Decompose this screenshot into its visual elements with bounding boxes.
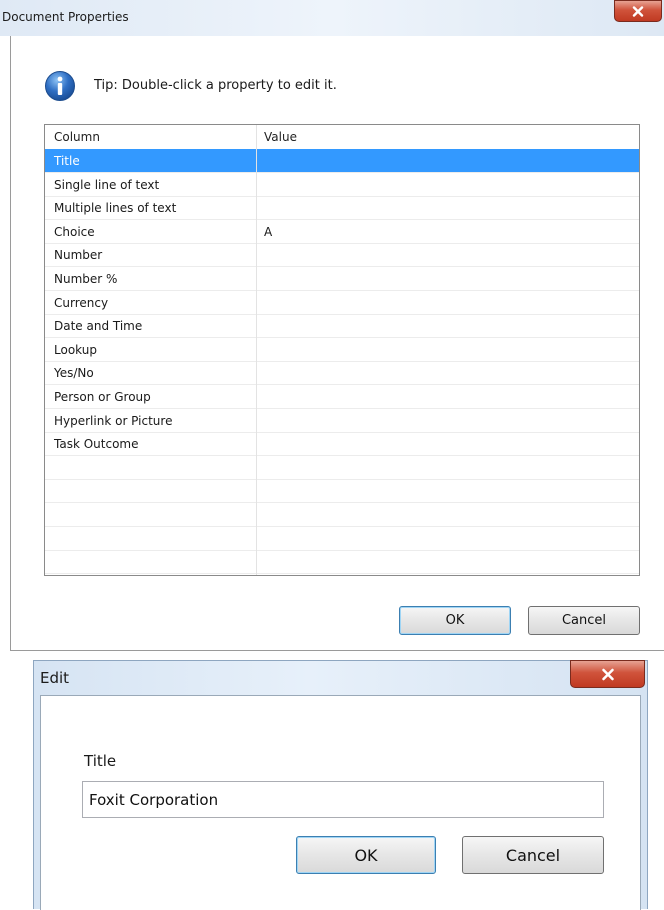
close-button[interactable]	[614, 0, 662, 22]
field-label: Title	[84, 752, 117, 770]
property-name: Choice	[54, 224, 95, 239]
property-name: Title	[54, 154, 80, 168]
table-row[interactable]: Lookup	[45, 338, 639, 362]
property-name: Single line of text	[54, 177, 160, 192]
table-row[interactable]: Currency	[45, 291, 639, 315]
close-icon	[601, 668, 615, 681]
table-row[interactable]: Title	[45, 149, 639, 173]
property-name: Person or Group	[54, 390, 151, 404]
edit-close-button[interactable]	[570, 660, 645, 688]
empty-row	[45, 550, 639, 575]
properties-table[interactable]: Column Value Title Single line of text Mul…	[44, 124, 640, 576]
table-row[interactable]: Yes/No	[45, 361, 639, 386]
property-name: Yes/No	[54, 366, 94, 381]
table-row[interactable]: Task Outcome	[45, 432, 639, 457]
window-title: Document Properties	[2, 10, 129, 24]
empty-row	[45, 527, 639, 551]
edit-window-title: Edit	[40, 669, 70, 687]
table-row[interactable]: Single line of text	[45, 173, 639, 197]
column-header-value[interactable]: Value	[264, 130, 297, 144]
property-name: Number %	[54, 272, 118, 286]
table-row[interactable]: Date and Time	[45, 314, 639, 339]
tip-text: Tip: Double-click a property to edit it.	[94, 78, 337, 93]
property-name: Currency	[54, 295, 109, 310]
table-row[interactable]: Number	[45, 243, 639, 268]
table-row[interactable]: Number %	[45, 267, 639, 291]
property-value: A	[264, 224, 273, 239]
document-properties-titlebar[interactable]: Document Properties	[0, 0, 664, 36]
table-row[interactable]: Choice A	[45, 220, 639, 244]
info-icon	[44, 70, 76, 106]
empty-row	[45, 503, 639, 527]
empty-row	[45, 479, 639, 504]
property-name: Hyperlink or Picture	[54, 413, 173, 428]
table-row[interactable]: Hyperlink or Picture	[45, 409, 639, 433]
table-row[interactable]: Person or Group	[45, 385, 639, 409]
edit-window: Edit Title OK Cancel	[33, 660, 648, 910]
close-icon	[632, 5, 644, 17]
ok-button[interactable]: OK	[399, 606, 511, 635]
property-name: Lookup	[54, 342, 97, 357]
column-separator[interactable]	[256, 125, 257, 575]
table-header: Column Value	[45, 125, 639, 150]
property-name: Number	[54, 248, 103, 263]
empty-row	[45, 456, 639, 480]
cancel-button[interactable]: Cancel	[528, 606, 640, 635]
property-name: Date and Time	[54, 319, 143, 334]
title-input[interactable]	[82, 781, 604, 818]
edit-cancel-button[interactable]: Cancel	[462, 836, 604, 874]
property-name: Multiple lines of text	[54, 201, 177, 216]
edit-ok-button[interactable]: OK	[296, 836, 436, 874]
property-name: Task Outcome	[54, 437, 139, 452]
edit-content-panel: Title OK Cancel	[40, 695, 641, 910]
column-header-name[interactable]: Column	[54, 130, 100, 144]
table-row[interactable]: Multiple lines of text	[45, 196, 639, 221]
